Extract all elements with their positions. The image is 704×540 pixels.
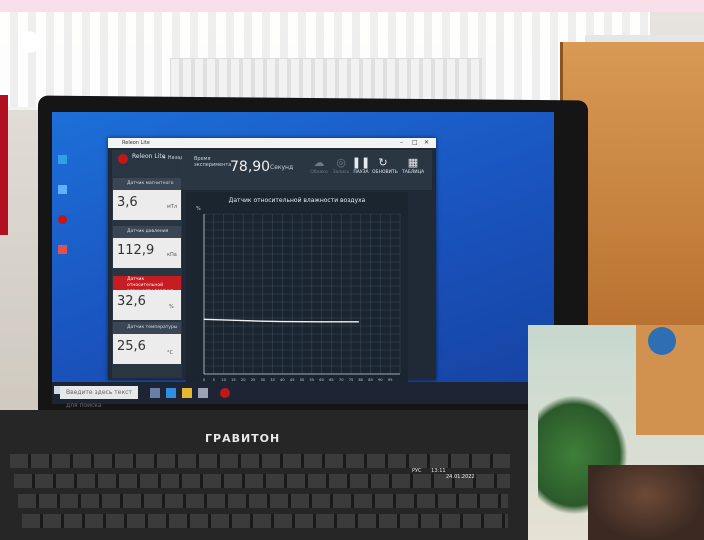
sensor-item-water-temp[interactable]: Датчик температуры воды (113, 322, 181, 342)
y-axis-label: % (196, 206, 201, 212)
refresh-button[interactable]: ↻ ОБНОВИТЬ (372, 156, 398, 182)
cloud-button[interactable]: ☁ Облако (308, 156, 330, 182)
maximize-icon[interactable]: □ (412, 138, 418, 148)
minimize-icon[interactable]: – (400, 138, 403, 148)
releon-taskbar-icon[interactable] (220, 388, 230, 398)
record-button[interactable]: ◎ Запись (330, 156, 352, 182)
data-point (223, 319, 225, 321)
data-point (358, 321, 360, 323)
inset-person (588, 465, 704, 540)
data-point (203, 318, 205, 320)
red-object (0, 95, 8, 235)
laptop-brand-logo: ГРАВИТОН (205, 432, 281, 445)
sensor-reading: 3,6 мТл (113, 190, 181, 220)
sensor-unit: кПа (167, 252, 177, 258)
key-row (10, 454, 510, 468)
chart-plot: %0 5 10 15 20 25 30 35 40 45 50 55 60 65 70 75 80 85 90 95 (196, 206, 401, 382)
clock-date[interactable]: 24.01.2022 (446, 474, 475, 480)
explorer-icon[interactable] (182, 388, 192, 398)
time-value: 78,90 (230, 159, 271, 175)
sensor-reading: 32,6 % (113, 290, 181, 320)
sensor-unit: мТл (167, 204, 178, 210)
desktop-icon-edge[interactable] (58, 155, 67, 164)
desktop-icon-releon[interactable] (58, 215, 67, 224)
app-title: Releon Lite (122, 140, 150, 146)
desktop-icon-folder[interactable] (58, 245, 67, 254)
sensor-value: 32,6 (117, 294, 146, 309)
sensor-unit: °C (167, 350, 173, 356)
sensor-reading: 112,9 кПа (113, 238, 181, 268)
store-icon[interactable] (198, 388, 208, 398)
sensor-unit: % (169, 304, 174, 310)
data-point (321, 321, 323, 323)
data-point (301, 321, 303, 323)
key-row (18, 494, 508, 508)
logo-text: Releon Lite (132, 153, 166, 160)
top-strip (0, 0, 704, 12)
releon-logo-icon (118, 154, 128, 164)
sensor-value: 112,9 (117, 243, 155, 258)
time-label: Время эксперимента (194, 156, 232, 168)
sensor-reading: 25,6 °C (113, 334, 181, 364)
taskbar-search[interactable]: Введите здесь текст для поиска (60, 386, 138, 409)
pause-icon: ❚❚ (351, 156, 371, 169)
clock-time[interactable]: 13:11 (431, 468, 445, 474)
sensor-value: 3,6 (117, 195, 138, 210)
radiator (170, 58, 482, 100)
data-point (281, 321, 283, 323)
app-titlebar (108, 138, 436, 148)
sensor-value: 25,6 (117, 339, 146, 354)
pause-button[interactable]: ❚❚ ПАУЗА (350, 156, 372, 182)
sensor-item-humidity[interactable]: Датчик относительной влажности воздуха (113, 276, 181, 294)
time-unit: Секунд (270, 164, 294, 171)
system-tray: РУС 13:11 24.01.2022 (412, 468, 475, 480)
table-icon: ▦ (407, 156, 419, 169)
sensor-item-pressure[interactable]: Датчик давления (113, 226, 181, 238)
key-row (22, 514, 508, 528)
edge-icon[interactable] (166, 388, 176, 398)
cloud-icon: ☁ (313, 156, 325, 169)
close-icon[interactable]: ✕ (424, 138, 429, 148)
refresh-icon: ↻ (378, 156, 388, 169)
record-icon: ◎ (336, 156, 346, 169)
sensor-item-magnetic[interactable]: Датчик магнитного поля (113, 178, 181, 198)
desktop-icon-app[interactable] (58, 185, 67, 194)
data-point (242, 320, 244, 322)
data-point (262, 320, 264, 322)
sensor-label: Датчик давления (127, 229, 169, 234)
back-button[interactable]: + Назад (162, 155, 184, 161)
inset-photo (528, 325, 704, 540)
table-button[interactable]: ▦ ТАБЛИЦА (402, 156, 424, 182)
series-line (203, 318, 359, 323)
language-indicator[interactable]: РУС (412, 468, 422, 474)
inset-globe (648, 327, 676, 355)
task-view-icon[interactable] (150, 388, 160, 398)
data-point (340, 321, 342, 323)
